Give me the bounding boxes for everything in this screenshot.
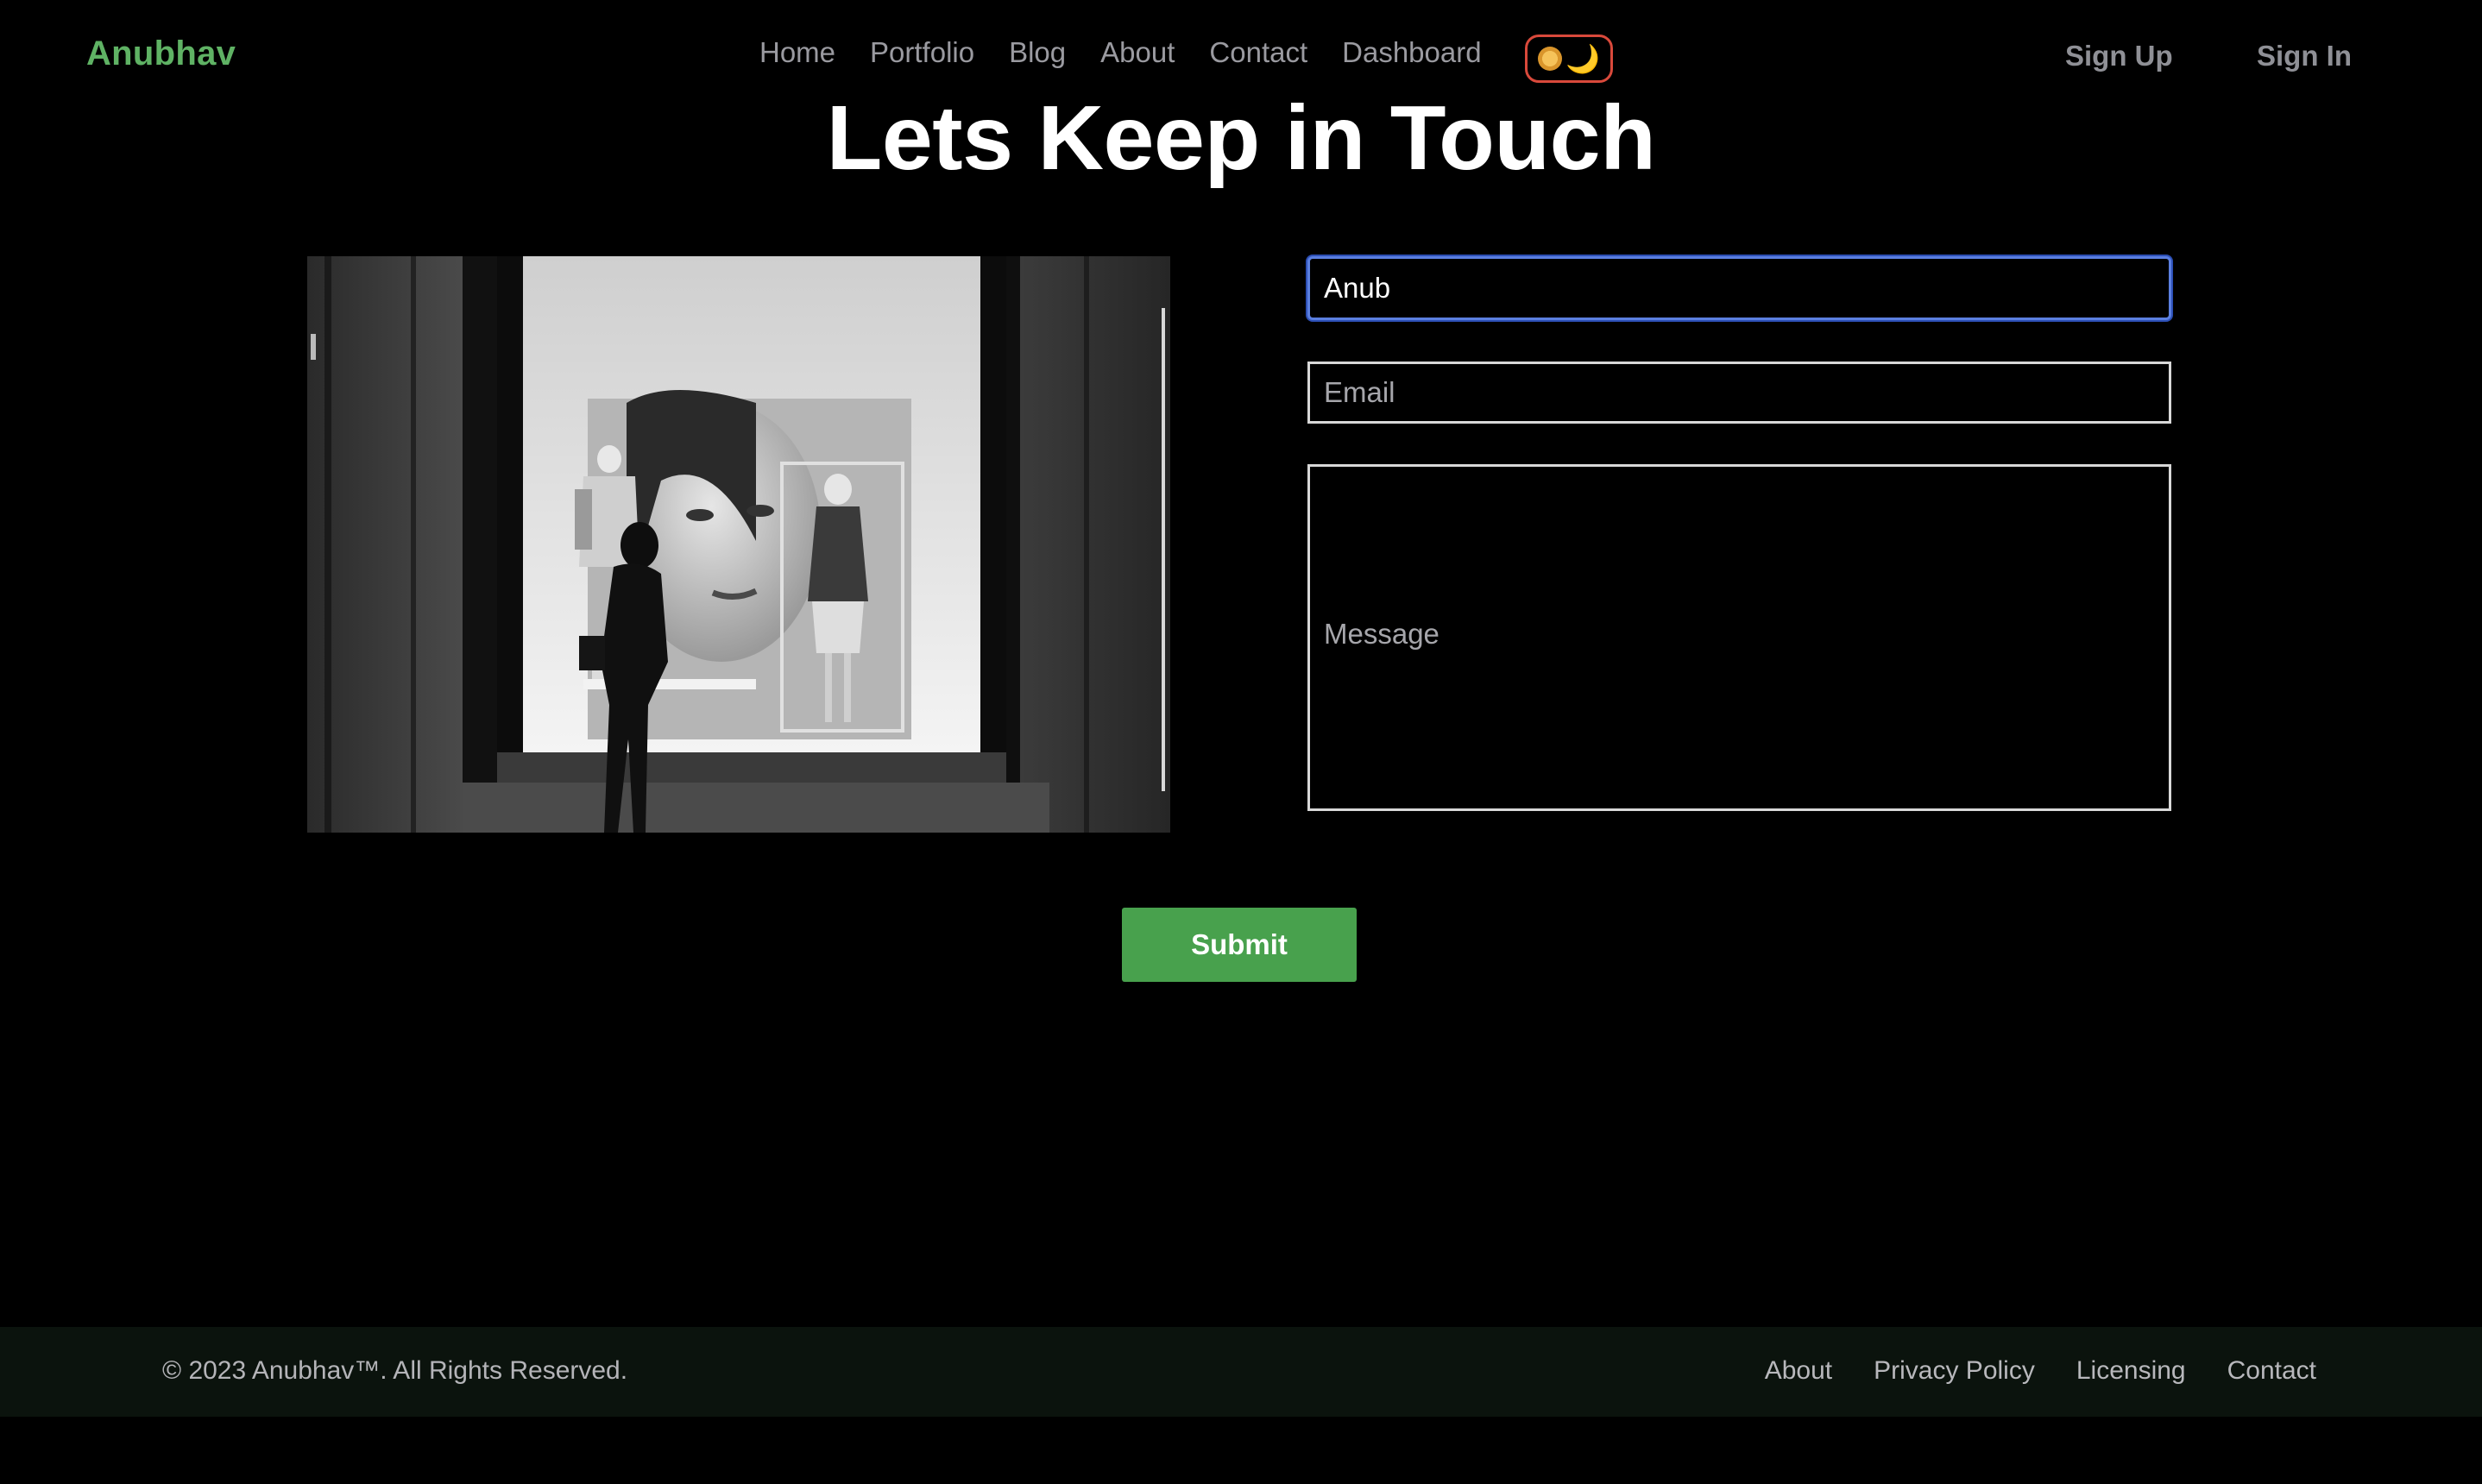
footer-link-privacy-policy[interactable]: Privacy Policy	[1874, 1356, 2035, 1386]
footer-link-licensing[interactable]: Licensing	[2076, 1356, 2186, 1386]
nav-link-blog[interactable]: Blog	[1009, 36, 1066, 69]
main-nav: Home Portfolio Blog About Contact Dashbo…	[759, 36, 1482, 69]
brand-logo[interactable]: Anubhav	[86, 35, 236, 73]
theme-toggle[interactable]: 🌙	[1525, 35, 1613, 83]
footer: © 2023 Anubhav™. All Rights Reserved. Ab…	[0, 1327, 2482, 1417]
sun-icon	[1538, 47, 1563, 71]
page-title: Lets Keep in Touch	[826, 87, 1656, 189]
footer-link-about[interactable]: About	[1765, 1356, 1832, 1386]
moon-icon: 🌙	[1565, 42, 1600, 75]
nav-link-dashboard[interactable]: Dashboard	[1342, 36, 1481, 69]
footer-links: About Privacy Policy Licensing Contact	[1765, 1356, 2316, 1386]
email-input[interactable]	[1307, 362, 2171, 424]
name-input[interactable]	[1307, 256, 2171, 320]
sign-in-button[interactable]: Sign In	[2257, 40, 2352, 72]
submit-button[interactable]: Submit	[1122, 908, 1357, 982]
sign-up-button[interactable]: Sign Up	[2065, 40, 2173, 72]
nav-link-portfolio[interactable]: Portfolio	[870, 36, 974, 69]
message-textarea[interactable]	[1307, 464, 2171, 811]
footer-copyright: © 2023 Anubhav™. All Rights Reserved.	[162, 1356, 628, 1385]
nav-link-contact[interactable]: Contact	[1209, 36, 1307, 69]
nav-link-home[interactable]: Home	[759, 36, 835, 69]
contact-image	[307, 256, 1170, 833]
nav-link-about[interactable]: About	[1100, 36, 1175, 69]
footer-link-contact[interactable]: Contact	[2227, 1356, 2316, 1386]
